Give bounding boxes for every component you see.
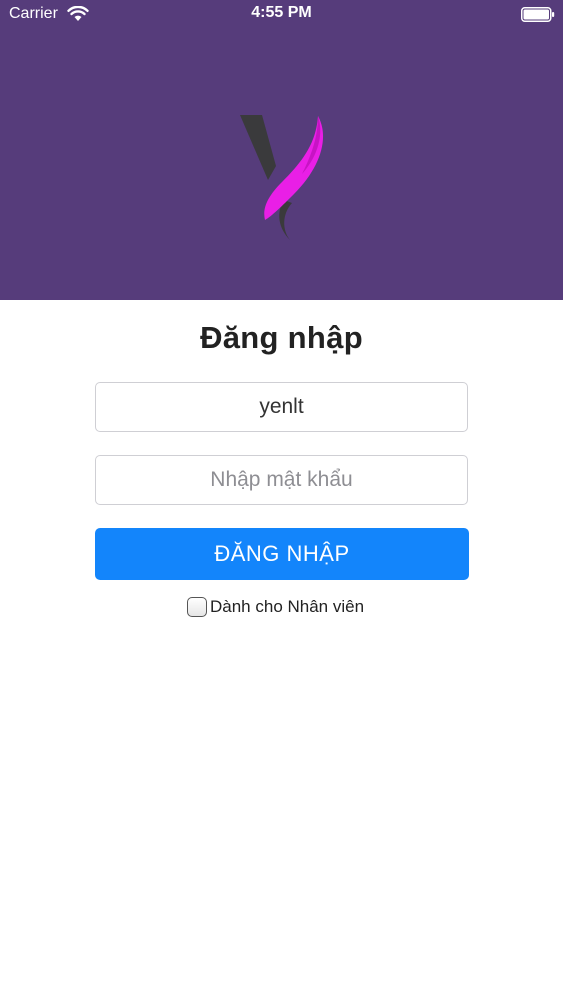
username-field[interactable]: [95, 382, 468, 432]
page-title: Đăng nhập: [200, 320, 363, 355]
password-field[interactable]: [95, 455, 468, 505]
battery-icon: [521, 7, 555, 22]
brand-logo: [240, 115, 324, 240]
staff-option[interactable]: Dành cho Nhân viên: [187, 595, 364, 619]
clock: 4:55 PM: [251, 4, 312, 21]
staff-checkbox[interactable]: [187, 597, 207, 617]
login-button[interactable]: ĐĂNG NHẬP: [95, 528, 469, 580]
login-screen: Carrier 4:55 PM Đăng nhập ĐĂNG: [0, 0, 563, 1000]
header-banner: Carrier 4:55 PM: [0, 0, 563, 300]
staff-checkbox-label[interactable]: Dành cho Nhân viên: [210, 597, 364, 617]
status-bar: Carrier 4:55 PM: [0, 0, 563, 30]
